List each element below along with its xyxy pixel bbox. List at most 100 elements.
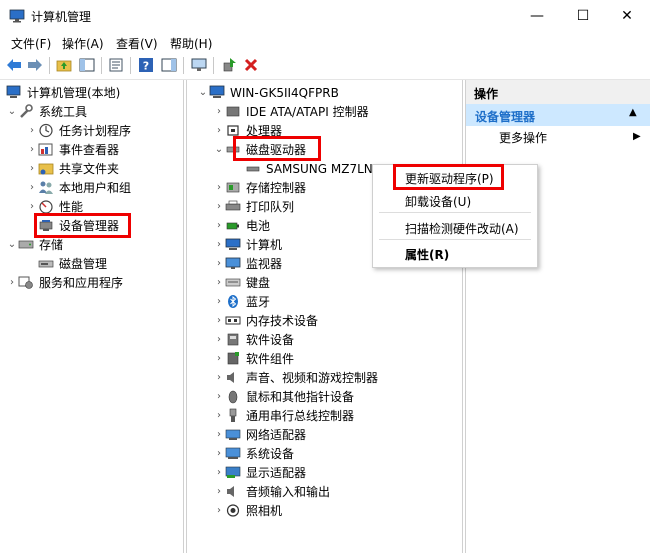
disk-drive-icon	[245, 161, 261, 176]
tree-item-computer-management[interactable]: 计算机管理(本地)	[6, 83, 120, 102]
menu-action[interactable]: 操作(A)	[62, 35, 104, 52]
mouse-icon	[225, 389, 241, 404]
device-category-battery[interactable]: › 电池	[213, 216, 270, 235]
uninstall-icon[interactable]	[242, 56, 260, 74]
device-category-keyboards[interactable]: › 键盘	[213, 273, 270, 292]
maximize-button[interactable]: ☐	[560, 0, 606, 32]
device-category-cameras[interactable]: › 照相机	[213, 501, 282, 520]
device-category-software-components[interactable]: › 软件组件	[213, 349, 294, 368]
services-icon	[18, 275, 34, 290]
actions-header: 操作	[466, 80, 650, 105]
menu-bar: 文件(F) 操作(A) 查看(V) 帮助(H)	[0, 32, 650, 52]
chevron-right-icon[interactable]: ›	[213, 391, 225, 402]
chevron-right-icon[interactable]: ›	[213, 125, 225, 136]
chevron-right-icon[interactable]: ›	[6, 277, 18, 288]
close-button[interactable]: ✕	[604, 0, 650, 32]
show-hide-icon[interactable]	[160, 56, 178, 74]
chevron-right-icon[interactable]: ›	[213, 467, 225, 478]
menu-file[interactable]: 文件(F)	[11, 35, 51, 52]
device-category-system-devices[interactable]: › 系统设备	[213, 444, 294, 463]
device-category-software-devices[interactable]: › 软件设备	[213, 330, 294, 349]
collapse-up-icon[interactable]: ▲	[629, 107, 637, 118]
network-adapter-icon	[225, 427, 241, 442]
highlight-device-manager	[34, 213, 131, 238]
chevron-right-icon[interactable]: ›	[213, 106, 225, 117]
actions-device-manager[interactable]: 设备管理器 ▲	[466, 104, 650, 126]
device-category-print-queues[interactable]: › 打印队列	[213, 197, 294, 216]
chevron-right-icon[interactable]: ›	[213, 201, 225, 212]
chevron-right-icon[interactable]: ›	[26, 125, 38, 136]
chevron-right-icon[interactable]: ›	[213, 277, 225, 288]
menu-scan-hardware[interactable]: 扫描检测硬件改动(A)	[405, 220, 519, 237]
chevron-right-icon[interactable]: ›	[213, 429, 225, 440]
device-category-network-adapters[interactable]: › 网络适配器	[213, 425, 306, 444]
chevron-right-icon[interactable]: ›	[213, 505, 225, 516]
device-category-audio-io[interactable]: › 音频输入和输出	[213, 482, 330, 501]
chevron-right-icon[interactable]: ›	[213, 296, 225, 307]
chevron-right-icon[interactable]: ›	[26, 201, 38, 212]
minimize-button[interactable]: —	[514, 0, 560, 32]
menu-help[interactable]: 帮助(H)	[170, 35, 212, 52]
chevron-right-icon[interactable]: ›	[213, 220, 225, 231]
tree-item-system-tools[interactable]: ⌄ 系统工具	[6, 102, 87, 121]
device-category-memory-technology[interactable]: › 内存技术设备	[213, 311, 318, 330]
device-category-computer[interactable]: › 计算机	[213, 235, 282, 254]
toolbar: ?	[0, 52, 650, 80]
expand-right-icon[interactable]: ▶	[633, 131, 641, 142]
device-samsung-drive[interactable]: SAMSUNG MZ7LN2	[245, 159, 380, 178]
device-tree-root[interactable]: ⌄ WIN-GK5II4QFPRB	[197, 83, 339, 102]
tree-item-services-applications[interactable]: › 服务和应用程序	[6, 273, 123, 292]
tree-item-local-users-groups[interactable]: › 本地用户和组	[26, 178, 131, 197]
properties-icon[interactable]	[107, 56, 125, 74]
monitor-icon[interactable]	[190, 56, 208, 74]
tree-item-disk-management[interactable]: 磁盘管理	[38, 254, 107, 273]
chevron-right-icon[interactable]: ›	[213, 353, 225, 364]
device-category-bluetooth[interactable]: › 蓝牙	[213, 292, 270, 311]
chevron-right-icon[interactable]: ›	[213, 372, 225, 383]
chevron-right-icon[interactable]: ›	[213, 486, 225, 497]
battery-icon	[225, 218, 241, 233]
device-category-monitors[interactable]: › 监视器	[213, 254, 282, 273]
chevron-down-icon[interactable]: ⌄	[6, 239, 18, 250]
chevron-right-icon[interactable]: ›	[26, 163, 38, 174]
forward-icon[interactable]	[26, 56, 44, 74]
back-icon[interactable]	[5, 56, 23, 74]
event-viewer-icon	[38, 142, 54, 157]
highlight-update-driver	[393, 164, 504, 190]
device-category-sound-video-game[interactable]: › 声音、视频和游戏控制器	[213, 368, 378, 387]
device-category-mice[interactable]: › 鼠标和其他指针设备	[213, 387, 354, 406]
chevron-right-icon[interactable]: ›	[213, 258, 225, 269]
help-icon[interactable]: ?	[137, 56, 155, 74]
tree-item-shared-folders[interactable]: › 共享文件夹	[26, 159, 119, 178]
console-tree-icon[interactable]	[78, 56, 96, 74]
tree-item-event-viewer[interactable]: › 事件查看器	[26, 140, 119, 159]
update-driver-icon[interactable]	[221, 56, 239, 74]
actions-more[interactable]: 更多操作	[499, 128, 547, 147]
system-device-icon	[225, 446, 241, 461]
chevron-right-icon[interactable]: ›	[213, 448, 225, 459]
chevron-right-icon[interactable]: ›	[213, 315, 225, 326]
chevron-down-icon[interactable]: ⌄	[213, 144, 225, 155]
chevron-down-icon[interactable]: ⌄	[197, 87, 209, 98]
menu-view[interactable]: 查看(V)	[116, 35, 158, 52]
chevron-right-icon[interactable]: ›	[213, 410, 225, 421]
chevron-right-icon[interactable]: ›	[213, 334, 225, 345]
chevron-right-icon[interactable]: ›	[26, 182, 38, 193]
up-folder-icon[interactable]	[55, 56, 73, 74]
chevron-down-icon[interactable]: ⌄	[6, 106, 18, 117]
device-category-display-adapters[interactable]: › 显示适配器	[213, 463, 306, 482]
chevron-right-icon[interactable]: ›	[213, 239, 225, 250]
tree-item-task-scheduler[interactable]: › 任务计划程序	[26, 121, 131, 140]
device-category-storage-controllers[interactable]: › 存储控制器	[213, 178, 306, 197]
camera-icon	[225, 503, 241, 518]
clock-icon	[38, 123, 54, 138]
menu-uninstall-device[interactable]: 卸载设备(U)	[405, 193, 471, 210]
device-category-usb-controllers[interactable]: › 通用串行总线控制器	[213, 406, 354, 425]
device-category-ide[interactable]: › IDE ATA/ATAPI 控制器	[213, 102, 369, 121]
chevron-right-icon[interactable]: ›	[213, 182, 225, 193]
monitor-icon	[225, 256, 241, 271]
storage-controller-icon	[225, 180, 241, 195]
chevron-right-icon[interactable]: ›	[26, 144, 38, 155]
computer-icon	[209, 85, 225, 100]
menu-properties[interactable]: 属性(R)	[405, 246, 449, 263]
